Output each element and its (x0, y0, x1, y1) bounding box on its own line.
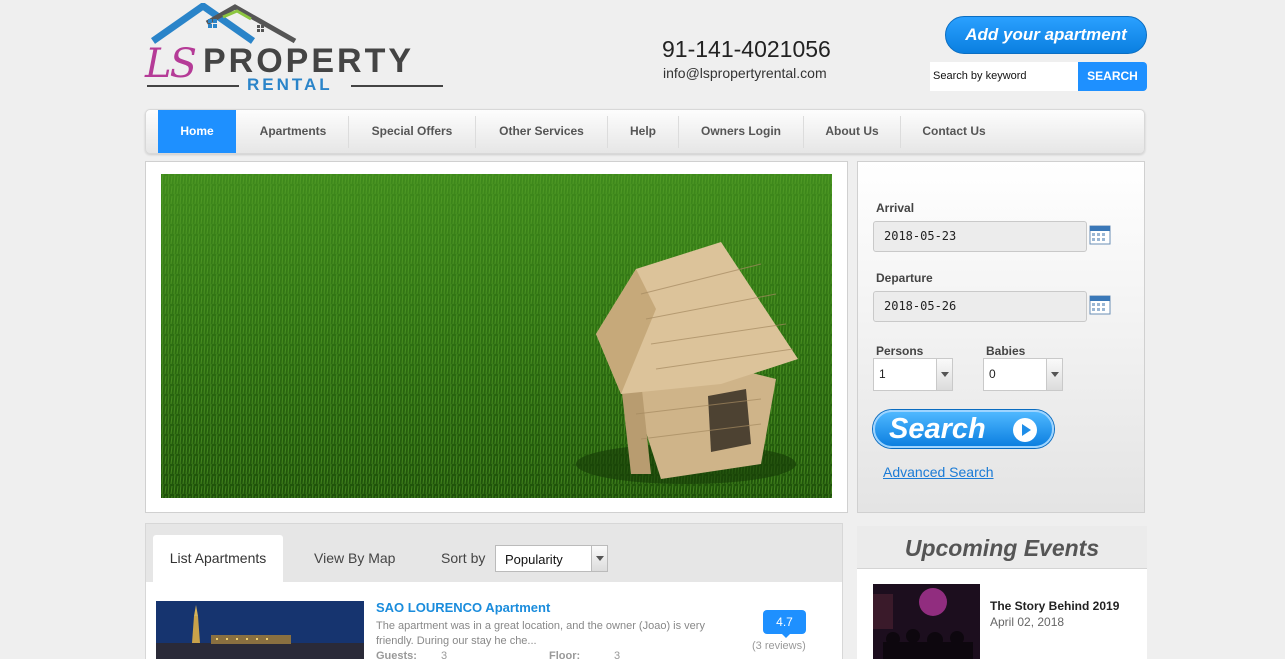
nav-apartments[interactable]: Apartments (238, 110, 348, 153)
search-button[interactable]: Search (873, 410, 1054, 448)
upcoming-events-panel: Upcoming Events The Story Behind 2019 Ap… (857, 526, 1147, 659)
tab-list-apartments[interactable]: List Apartments (153, 535, 283, 582)
nav-about-us[interactable]: About Us (804, 110, 900, 153)
apartment-description: The apartment was in a great location, a… (376, 620, 705, 647)
arrival-date-field[interactable]: 2018-05-23 (873, 221, 1087, 252)
guests-value: 3 (441, 650, 448, 659)
list-toolbar: List Apartments View By Map Sort by Popu… (146, 524, 842, 582)
event-title[interactable]: The Story Behind 2019 (990, 599, 1119, 613)
departure-calendar-icon[interactable] (1089, 293, 1111, 315)
keyword-search-input[interactable]: Search by keyword (930, 62, 1078, 91)
chevron-down-icon[interactable] (936, 359, 952, 390)
babies-label: Babies (986, 344, 1026, 358)
apartment-title[interactable]: SAO LOURENCO Apartment (376, 600, 550, 615)
logo-divider-left (147, 85, 239, 87)
guests-label: Guests: (376, 650, 417, 659)
play-arrow-icon (1013, 418, 1037, 442)
babies-value: 0 (989, 367, 996, 381)
babies-select[interactable]: 0 (983, 358, 1063, 391)
departure-label: Departure (876, 271, 933, 285)
contact-phone: 91-141-4021056 (662, 36, 831, 62)
logo-divider-right (351, 85, 443, 87)
sort-select[interactable]: Popularity (495, 545, 608, 572)
nav-help[interactable]: Help (608, 110, 678, 153)
search-button-label: Search (889, 413, 986, 445)
contact-email[interactable]: info@lspropertyrental.com (663, 65, 827, 81)
chevron-down-icon[interactable] (591, 546, 607, 571)
sort-value: Popularity (505, 552, 563, 567)
apartment-list-panel: List Apartments View By Map Sort by Popu… (145, 523, 843, 659)
house-roof-icon (150, 3, 297, 44)
floor-label: Floor: (549, 650, 581, 659)
nav-contact-us[interactable]: Contact Us (901, 110, 1007, 153)
persons-select[interactable]: 1 (873, 358, 953, 391)
main-nav: Home Apartments Special Offers Other Ser… (145, 109, 1145, 154)
nav-other-services[interactable]: Other Services (476, 110, 607, 153)
advanced-search-link[interactable]: Advanced Search (883, 464, 994, 480)
hero-slider (145, 161, 848, 513)
persons-value: 1 (879, 367, 886, 381)
events-heading: Upcoming Events (904, 535, 1100, 561)
departure-date-field[interactable]: 2018-05-26 (873, 291, 1087, 322)
chevron-down-icon[interactable] (1046, 359, 1062, 390)
rating-badge: 4.7 (763, 610, 806, 638)
logo-word-rental: RENTAL (247, 75, 333, 94)
event-date: April 02, 2018 (990, 615, 1065, 629)
site-logo[interactable]: LS PROPERTY RENTAL (145, 3, 445, 94)
floor-value: 3 (614, 650, 621, 659)
events-header: Upcoming Events (857, 526, 1147, 569)
tab-view-by-map[interactable]: View By Map (314, 550, 395, 566)
review-count[interactable]: (3 reviews) (752, 640, 806, 652)
sort-by-label: Sort by (441, 550, 486, 566)
keyword-search-button[interactable]: SEARCH (1078, 62, 1147, 91)
apartment-photo[interactable] (156, 601, 364, 659)
add-apartment-button[interactable]: Add your apartment (945, 16, 1147, 54)
event-photo[interactable] (873, 584, 980, 659)
nav-owners-login[interactable]: Owners Login (679, 110, 803, 153)
nav-special-offers[interactable]: Special Offers (349, 110, 475, 153)
nav-home[interactable]: Home (158, 110, 236, 153)
logo-initials: LS (145, 41, 197, 87)
arrival-calendar-icon[interactable] (1089, 223, 1111, 245)
hero-image-wooden-house-on-grass[interactable] (161, 174, 832, 498)
arrival-label: Arrival (876, 201, 915, 215)
persons-label: Persons (876, 344, 924, 358)
booking-search-panel: Arrival 2018-05-23 Departure 2018-05-26 … (857, 161, 1145, 513)
